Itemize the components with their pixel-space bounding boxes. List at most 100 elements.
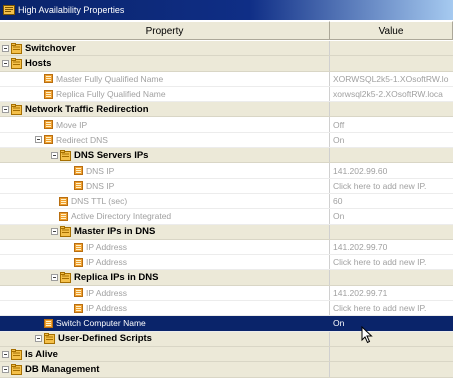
group-row-switchover[interactable]: Switchover: [0, 41, 453, 57]
property-value[interactable]: 60: [330, 194, 453, 208]
collapse-toggle-icon[interactable]: [35, 335, 42, 343]
value-cell: [330, 102, 453, 116]
property-row-replica-ip-address-new[interactable]: IP Address Click here to add new IP.: [0, 301, 453, 317]
group-row-network-traffic-redirection[interactable]: Network Traffic Redirection: [0, 102, 453, 118]
folder-properties-icon: [60, 226, 71, 238]
property-value[interactable]: On: [330, 209, 453, 223]
property-row-redirect-dns[interactable]: Redirect DNS On: [0, 132, 453, 149]
property-icon: [74, 303, 83, 313]
value-cell: [330, 148, 453, 162]
property-label: DNS TTL (sec): [71, 196, 128, 207]
property-row-switch-computer-name[interactable]: Switch Computer Name On: [0, 316, 453, 332]
property-label: DNS IP: [86, 180, 115, 191]
folder-properties-icon: [11, 42, 22, 54]
folder-properties-icon: [11, 348, 22, 360]
group-row-replica-ips-in-dns[interactable]: Replica IPs in DNS: [0, 270, 453, 286]
collapse-toggle-icon[interactable]: [51, 151, 58, 159]
group-row-user-defined-scripts[interactable]: User-Defined Scripts: [0, 331, 453, 347]
property-icon: [59, 211, 68, 221]
value-cell: [330, 41, 453, 55]
group-row-dns-servers-ips[interactable]: DNS Servers IPs: [0, 148, 453, 164]
property-row-dns-ttl[interactable]: DNS TTL (sec) 60: [0, 193, 453, 210]
group-label: Is Alive: [25, 348, 58, 360]
property-column-label: Property: [145, 25, 184, 37]
property-icon: [74, 242, 83, 252]
property-icon: [74, 181, 83, 191]
property-row-master-fqdn[interactable]: Master Fully Qualified Name XORWSQL2k5-1…: [0, 71, 453, 87]
collapse-toggle-icon[interactable]: [51, 228, 58, 236]
group-row-db-management[interactable]: DB Management: [0, 362, 453, 378]
property-icon: [44, 135, 53, 145]
property-label: Replica Fully Qualified Name: [56, 89, 166, 100]
value-column-label: Value: [378, 25, 404, 37]
property-icon: [74, 288, 83, 298]
property-value[interactable]: Click here to add new IP.: [330, 255, 453, 269]
property-icon: [44, 120, 53, 130]
property-column-header[interactable]: Property: [0, 21, 330, 40]
group-label: User-Defined Scripts: [58, 333, 152, 345]
group-row-master-ips-in-dns[interactable]: Master IPs in DNS: [0, 224, 453, 240]
value-column-header[interactable]: Value: [330, 21, 453, 40]
window-title: High Availability Properties: [18, 5, 125, 15]
property-row-move-ip[interactable]: Move IP Off: [0, 117, 453, 133]
property-value[interactable]: Off: [330, 117, 453, 131]
property-value[interactable]: 141.202.99.60: [330, 163, 453, 177]
property-label: IP Address: [86, 242, 127, 252]
property-label: IP Address: [86, 287, 127, 298]
collapse-toggle-icon[interactable]: [2, 59, 9, 67]
title-bar: High Availability Properties: [0, 0, 453, 20]
group-label: DB Management: [25, 363, 100, 375]
property-icon: [74, 166, 83, 176]
property-row-active-directory-integrated[interactable]: Active Directory Integrated On: [0, 209, 453, 225]
folder-properties-icon: [11, 363, 22, 375]
property-label: DNS IP: [86, 165, 115, 176]
property-value[interactable]: Click here to add new IP.: [330, 179, 453, 193]
group-label: Switchover: [25, 42, 76, 54]
property-row-master-ip-address[interactable]: IP Address 141.202.99.70: [0, 239, 453, 256]
property-row-replica-fqdn[interactable]: Replica Fully Qualified Name xorwsql2k5-…: [0, 86, 453, 103]
value-cell: [330, 332, 453, 346]
collapse-toggle-icon[interactable]: [2, 44, 9, 52]
property-icon: [59, 196, 68, 206]
property-icon: [74, 257, 83, 267]
property-row-dns-ip-new[interactable]: DNS IP Click here to add new IP.: [0, 178, 453, 194]
property-icon: [44, 89, 53, 99]
property-icon: [44, 318, 53, 328]
property-icon: [44, 74, 53, 84]
property-value[interactable]: 141.202.99.71: [330, 286, 453, 300]
property-row-master-ip-address-new[interactable]: IP Address Click here to add new IP.: [0, 255, 453, 271]
folder-properties-icon: [60, 272, 71, 284]
property-label: IP Address: [86, 303, 127, 314]
property-value[interactable]: Click here to add new IP.: [330, 301, 453, 315]
property-row-replica-ip-address[interactable]: IP Address 141.202.99.71: [0, 285, 453, 302]
collapse-toggle-icon[interactable]: [51, 274, 58, 282]
collapse-toggle-icon[interactable]: [35, 136, 42, 144]
group-row-is-alive[interactable]: Is Alive: [0, 346, 453, 363]
collapse-toggle-icon[interactable]: [2, 350, 9, 358]
property-value[interactable]: On: [330, 316, 453, 330]
group-row-hosts[interactable]: Hosts: [0, 56, 453, 72]
property-label: IP Address: [86, 257, 127, 268]
value-cell: [330, 347, 453, 361]
property-value[interactable]: xorwsql2k5-2.XOsoftRW.loca: [330, 87, 453, 101]
value-cell: [330, 270, 453, 284]
property-value[interactable]: On: [330, 133, 453, 147]
property-row-dns-ip[interactable]: DNS IP 141.202.99.60: [0, 163, 453, 179]
properties-window-icon: [3, 5, 15, 15]
collapse-toggle-icon[interactable]: [2, 105, 9, 113]
grid-header: Property Value: [0, 21, 453, 40]
value-cell: [330, 225, 453, 239]
property-value[interactable]: XORWSQL2k5-1.XOsoftRW.lo: [330, 72, 453, 86]
folder-properties-icon: [11, 103, 22, 115]
group-label: DNS Servers IPs: [74, 149, 149, 161]
property-label: Master Fully Qualified Name: [56, 73, 164, 84]
property-label: Move IP: [56, 119, 88, 130]
group-label: Hosts: [25, 57, 52, 69]
property-label: Switch Computer Name: [56, 318, 146, 329]
folder-properties-icon: [60, 149, 71, 161]
collapse-toggle-icon[interactable]: [2, 365, 9, 373]
group-label: Replica IPs in DNS: [74, 272, 159, 284]
property-value[interactable]: 141.202.99.70: [330, 240, 453, 254]
value-cell: [330, 362, 453, 376]
property-label: Redirect DNS: [56, 134, 108, 145]
